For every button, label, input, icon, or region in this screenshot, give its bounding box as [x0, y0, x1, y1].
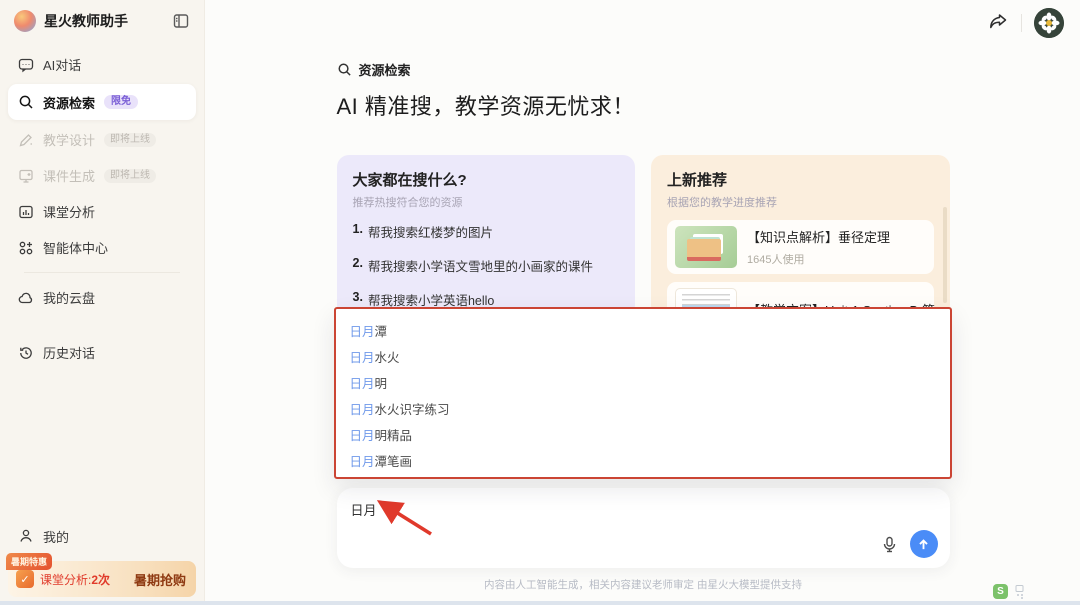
suggestion-item[interactable]: 日月水火识字练习: [336, 395, 950, 421]
top-separator: [1021, 14, 1022, 32]
content-column: 资源检索 AI 精准搜，教学资源无忧求！ 大家都在搜什么? 推荐热搜符合您的资源…: [337, 0, 950, 605]
sidebar-item-label: 我的云盘: [43, 288, 95, 307]
rec-card-title: 上新推荐: [667, 169, 934, 190]
bar-chart-icon: [18, 204, 34, 220]
suggestion-item[interactable]: 日月潭: [336, 317, 950, 343]
sidebar-item-history[interactable]: 历史对话: [8, 336, 196, 369]
info-cards: 大家都在搜什么? 推荐热搜符合您的资源 1. 帮我搜索红楼梦的图片 2. 帮我搜…: [337, 155, 950, 317]
sidebar-item-courseware-gen[interactable]: 课件生成 即将上线: [8, 159, 196, 192]
hot-item-text: 帮我搜索小学语文雪地里的小画家的课件: [368, 256, 593, 275]
sidebar-item-cloud-drive[interactable]: 我的云盘: [8, 281, 196, 314]
slides-thumbnail: [675, 226, 737, 268]
sidebar-item-teaching-design[interactable]: 教学设计 即将上线: [8, 123, 196, 156]
sidebar-item-label: 资源检索: [43, 93, 95, 112]
hot-list: 1. 帮我搜索红楼梦的图片 2. 帮我搜索小学语文雪地里的小画家的课件 3. 帮…: [353, 222, 620, 309]
coming-soon-badge: 即将上线: [104, 169, 156, 183]
main-area: 资源检索 AI 精准搜，教学资源无忧求！ 大家都在搜什么? 推荐热搜符合您的资源…: [206, 0, 1080, 605]
hot-item[interactable]: 1. 帮我搜索红楼梦的图片: [353, 222, 620, 241]
search-icon: [18, 94, 34, 110]
rec-item-meta: 1645人使用: [747, 251, 890, 267]
agents-grid-icon: [18, 240, 34, 256]
hot-item[interactable]: 2. 帮我搜索小学语文雪地里的小画家的课件: [353, 256, 620, 275]
sidebar-divider: [24, 272, 180, 273]
rec-card-subtitle: 根据您的教学进度推荐: [667, 194, 934, 210]
history-clock-icon: [18, 345, 34, 361]
page-title: AI 精准搜，教学资源无忧求！: [337, 89, 950, 121]
share-icon[interactable]: [987, 12, 1009, 34]
floating-tools: S: [993, 584, 1026, 599]
suggestion-item[interactable]: 日月水火: [336, 343, 950, 369]
free-badge: 限免: [104, 95, 138, 109]
app-title: 星火教师助手: [44, 11, 164, 31]
sidebar-item-resource-search[interactable]: 资源检索 限免: [8, 84, 196, 120]
suggestion-item[interactable]: 日月潭笔画: [336, 447, 950, 473]
sidebar: 星火教师助手 AI对话 资源检索 限免: [0, 0, 205, 605]
my-label: 我的: [43, 527, 69, 546]
top-actions: [987, 8, 1064, 38]
card-scrollbar[interactable]: [943, 207, 947, 303]
sidebar-item-label: 课堂分析: [43, 202, 95, 221]
bottom-edge-strip: [0, 601, 1080, 605]
breadcrumb: 资源检索: [337, 0, 950, 79]
coming-soon-badge: 即将上线: [104, 133, 156, 147]
hot-card-title: 大家都在搜什么?: [353, 169, 620, 190]
promo-label: 课堂分析:: [40, 573, 91, 587]
person-icon: [18, 528, 34, 544]
rec-list: 【知识点解析】垂径定理 1645人使用 【教学方案】Unit 1 Section…: [667, 220, 934, 317]
sidebar-item-ai-chat[interactable]: AI对话: [8, 48, 196, 81]
pencil-icon: [18, 132, 34, 148]
hot-item-text: 帮我搜索红楼梦的图片: [368, 222, 493, 241]
sidebar-menu: AI对话 资源检索 限免 教学设计 即将上线 课件生成: [0, 40, 204, 369]
suggestion-dropdown: 日月潭 日月水火 日月明 日月水火识字练习 日月明精品 日月潭笔画 日月: [334, 307, 952, 479]
suggestion-item-partial[interactable]: 日月: [336, 473, 950, 479]
sidebar-item-agent-center[interactable]: 智能体中心: [8, 231, 196, 264]
sidebar-collapse-icon[interactable]: [172, 12, 190, 30]
sidebar-footer: 我的 暑期特惠 ✓ 课堂分析:2次 暑期抢购: [0, 521, 204, 597]
sidebar-item-class-analysis[interactable]: 课堂分析: [8, 195, 196, 228]
hot-card-subtitle: 推荐热搜符合您的资源: [353, 194, 620, 210]
rec-item[interactable]: 【知识点解析】垂径定理 1645人使用: [667, 220, 934, 274]
input-actions: [881, 530, 938, 558]
promo-check-icon: ✓: [16, 570, 34, 588]
hot-search-card: 大家都在搜什么? 推荐热搜符合您的资源 1. 帮我搜索红楼梦的图片 2. 帮我搜…: [337, 155, 636, 317]
ai-disclaimer: 内容由人工智能生成，相关内容建议老师审定 由星火大模型提供支持: [337, 577, 950, 592]
grip-dots-icon[interactable]: [1014, 585, 1026, 599]
user-avatar[interactable]: [1034, 8, 1064, 38]
promo-buy-button[interactable]: 暑期抢购: [134, 570, 186, 589]
wps-icon[interactable]: S: [993, 584, 1008, 599]
search-icon: [337, 62, 352, 77]
annotation-arrow: [369, 496, 439, 540]
suggestion-item[interactable]: 日月明: [336, 369, 950, 395]
chat-input[interactable]: 日月: [337, 488, 950, 568]
sidebar-item-label: 历史对话: [43, 343, 95, 362]
sidebar-item-label: AI对话: [43, 55, 81, 74]
promo-count: 2次: [91, 573, 110, 587]
sidebar-item-my[interactable]: 我的: [8, 521, 196, 551]
send-button[interactable]: [910, 530, 938, 558]
slide-file-icon: [18, 168, 34, 184]
suggestion-item[interactable]: 日月明精品: [336, 421, 950, 447]
app-window: 星火教师助手 AI对话 资源检索 限免: [0, 0, 1080, 605]
sidebar-header: 星火教师助手: [0, 0, 204, 40]
promo-tag: 暑期特惠: [6, 553, 52, 570]
chat-icon: [18, 57, 34, 73]
microphone-icon[interactable]: [881, 536, 898, 553]
summer-promo-banner[interactable]: 暑期特惠 ✓ 课堂分析:2次 暑期抢购: [8, 561, 196, 597]
breadcrumb-label: 资源检索: [359, 60, 411, 79]
sidebar-item-label: 智能体中心: [43, 238, 108, 257]
new-recommend-card: 上新推荐 根据您的教学进度推荐 【知识点解析】垂径定理 1645人使用: [651, 155, 950, 317]
rec-item-title: 【知识点解析】垂径定理: [747, 227, 890, 246]
sidebar-item-label: 课件生成: [43, 166, 95, 185]
sidebar-item-label: 教学设计: [43, 130, 95, 149]
app-logo: [14, 10, 36, 32]
chat-input-value: 日月: [351, 503, 377, 518]
cloud-icon: [18, 290, 34, 306]
